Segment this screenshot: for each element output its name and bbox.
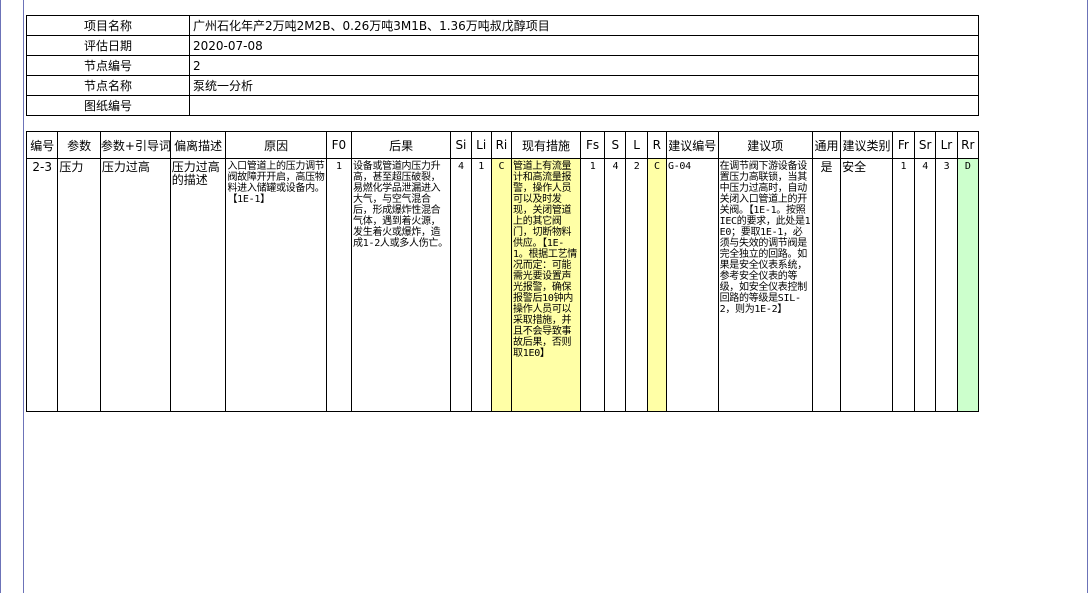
cell-r[interactable]: C bbox=[646, 158, 667, 412]
info-row-eval-date: 评估日期 2020-07-08 bbox=[26, 35, 979, 56]
table-row: 2-3 压力 压力过高 压力过高的描述 入口管道上的压力调节阀故障开开启，高压物… bbox=[25, 158, 980, 412]
col-header-id[interactable]: 编号 bbox=[25, 131, 59, 159]
col-header-lr[interactable]: Lr bbox=[935, 131, 958, 159]
cell-recommendation[interactable]: 在调节阀下游设备设置压力高联锁，当其中压力过高时，自动关闭入口管道上的开关阀。【… bbox=[717, 158, 813, 412]
info-row-node-name: 节点名称 泵统一分析 bbox=[26, 75, 979, 96]
cell-fr[interactable]: 1 bbox=[891, 158, 916, 412]
info-key-drawing-number: 图纸编号 bbox=[26, 95, 190, 116]
info-row-node-number: 节点编号 2 bbox=[26, 55, 979, 76]
cell-sr[interactable]: 4 bbox=[914, 158, 937, 412]
project-info-table: 项目名称 广州石化年产2万吨2M2B、0.26万吨3M1B、1.36万吨叔戊醇项… bbox=[26, 15, 979, 116]
col-header-param[interactable]: 参数 bbox=[57, 131, 101, 159]
cell-rr[interactable]: D bbox=[956, 158, 980, 412]
col-header-safeguards[interactable]: 现有措施 bbox=[511, 131, 581, 159]
info-row-drawing-number: 图纸编号 bbox=[26, 95, 979, 116]
col-header-sr[interactable]: Sr bbox=[914, 131, 937, 159]
col-header-li[interactable]: Li bbox=[470, 131, 492, 159]
cell-id[interactable]: 2-3 bbox=[25, 158, 59, 412]
cell-rec-category[interactable]: 安全 bbox=[840, 158, 893, 412]
col-header-rr[interactable]: Rr bbox=[956, 131, 980, 159]
col-header-rec-id[interactable]: 建议编号 bbox=[665, 131, 719, 159]
col-header-consequence[interactable]: 后果 bbox=[351, 131, 452, 159]
col-header-deviation[interactable]: 偏离描述 bbox=[169, 131, 227, 159]
header-row: 编号 参数 参数+引导词 偏离描述 原因 F0 后果 Si Li Ri 现有措施… bbox=[25, 131, 980, 159]
hazop-table: 编号 参数 参数+引导词 偏离描述 原因 F0 后果 Si Li Ri 现有措施… bbox=[25, 131, 980, 412]
col-header-l[interactable]: L bbox=[625, 131, 648, 159]
cell-param[interactable]: 压力 bbox=[57, 158, 101, 412]
cell-lr[interactable]: 3 bbox=[935, 158, 958, 412]
info-value-node-number[interactable]: 2 bbox=[189, 55, 979, 76]
cell-rec-id[interactable]: G-04 bbox=[665, 158, 719, 412]
col-header-general[interactable]: 通用 bbox=[811, 131, 842, 159]
info-value-drawing-number[interactable] bbox=[189, 95, 979, 116]
cell-f0[interactable]: 1 bbox=[325, 158, 353, 412]
col-header-param-guide[interactable]: 参数+引导词 bbox=[99, 131, 171, 159]
col-header-s[interactable]: S bbox=[604, 131, 627, 159]
col-header-f0[interactable]: F0 bbox=[325, 131, 353, 159]
cell-l[interactable]: 2 bbox=[625, 158, 648, 412]
col-header-rec-category[interactable]: 建议类别 bbox=[840, 131, 893, 159]
info-value-node-name[interactable]: 泵统一分析 bbox=[189, 75, 979, 96]
cell-deviation[interactable]: 压力过高的描述 bbox=[169, 158, 227, 412]
cell-li[interactable]: 1 bbox=[470, 158, 492, 412]
cell-consequence[interactable]: 设备或管道内压力升高，甚至超压破裂，易燃化学品泄漏进入大气，与空气混合后，形成爆… bbox=[351, 158, 452, 412]
info-key-node-name: 节点名称 bbox=[26, 75, 190, 96]
cell-safeguards[interactable]: 管道上有流量计和高流量报警，操作人员可以及时发现，关闭管道上的其它阀门，切断物料… bbox=[511, 158, 581, 412]
info-key-eval-date: 评估日期 bbox=[26, 35, 190, 56]
cell-cause[interactable]: 入口管道上的压力调节阀故障开开启，高压物料进入储罐或设备内。【1E-1】 bbox=[225, 158, 327, 412]
col-header-fs[interactable]: Fs bbox=[579, 131, 606, 159]
info-key-project-name: 项目名称 bbox=[26, 15, 190, 36]
cell-param-guide[interactable]: 压力过高 bbox=[99, 158, 171, 412]
cell-si[interactable]: 4 bbox=[450, 158, 472, 412]
info-value-eval-date[interactable]: 2020-07-08 bbox=[189, 35, 979, 56]
col-header-fr[interactable]: Fr bbox=[891, 131, 916, 159]
cell-s[interactable]: 4 bbox=[604, 158, 627, 412]
col-header-r[interactable]: R bbox=[646, 131, 667, 159]
info-value-project-name[interactable]: 广州石化年产2万吨2M2B、0.26万吨3M1B、1.36万吨叔戊醇项目 bbox=[189, 15, 979, 36]
col-header-recommendation[interactable]: 建议项 bbox=[717, 131, 813, 159]
col-header-si[interactable]: Si bbox=[450, 131, 472, 159]
info-key-node-number: 节点编号 bbox=[26, 55, 190, 76]
cell-general[interactable]: 是 bbox=[811, 158, 842, 412]
col-header-ri[interactable]: Ri bbox=[490, 131, 513, 159]
cell-ri[interactable]: C bbox=[490, 158, 513, 412]
cell-fs[interactable]: 1 bbox=[579, 158, 606, 412]
info-row-project-name: 项目名称 广州石化年产2万吨2M2B、0.26万吨3M1B、1.36万吨叔戊醇项… bbox=[26, 15, 979, 36]
col-header-cause[interactable]: 原因 bbox=[225, 131, 327, 159]
